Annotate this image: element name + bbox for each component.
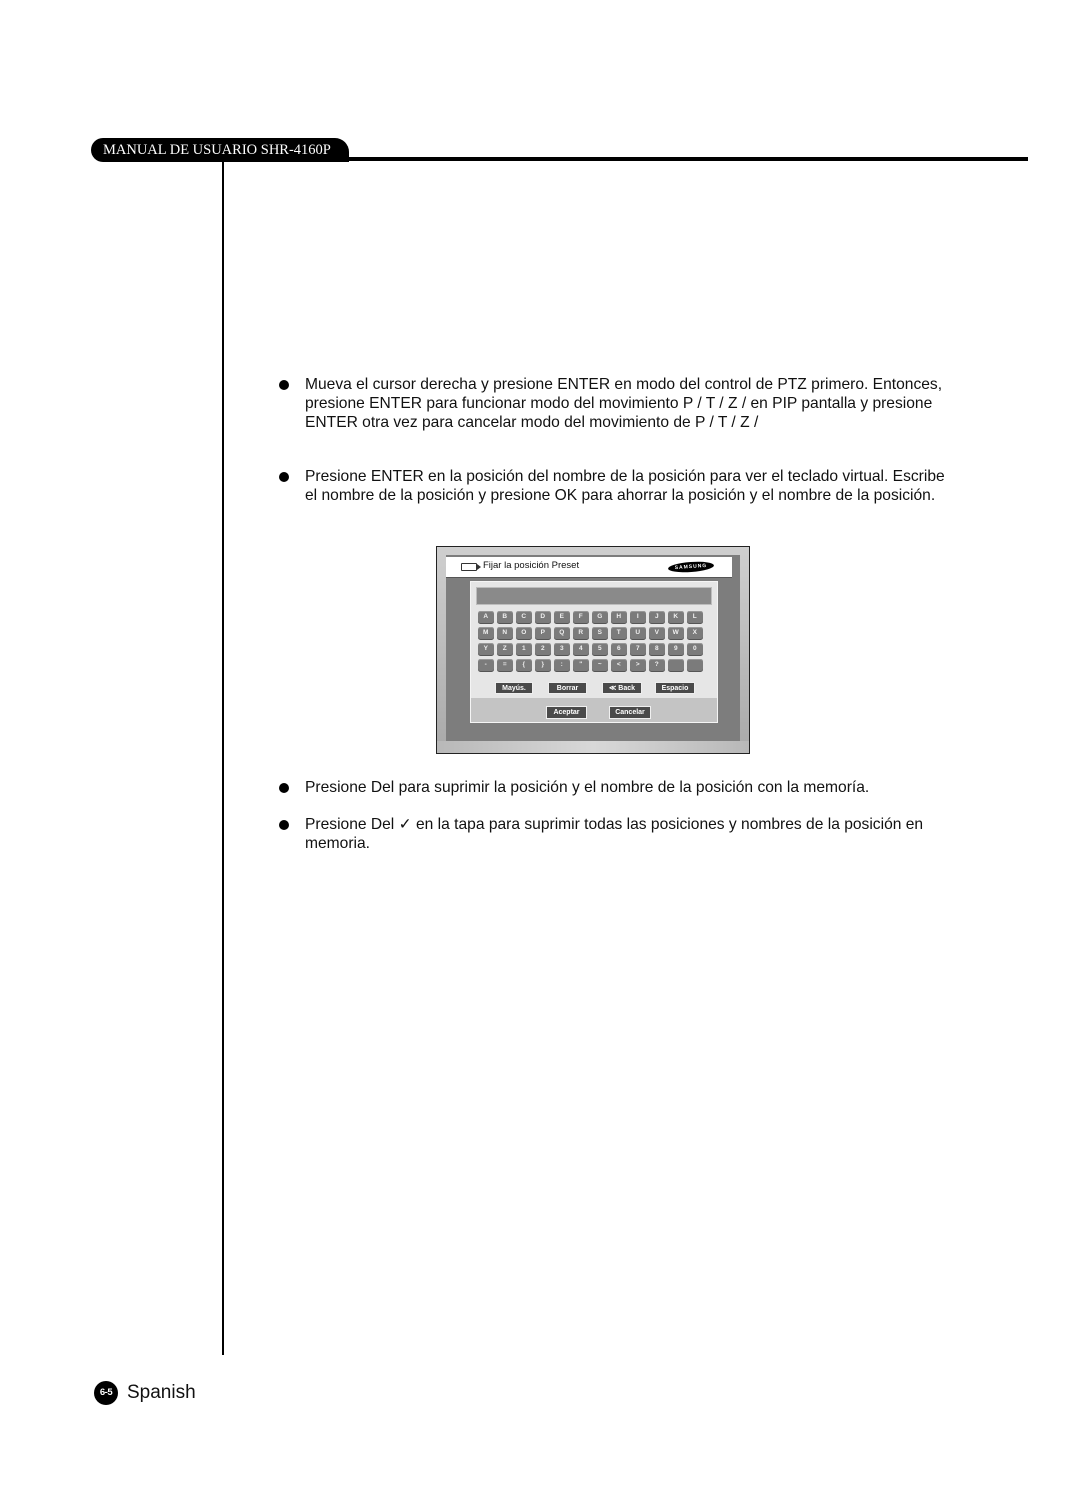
keyboard-key[interactable]: Y [478,643,494,655]
keyboard-key[interactable]: W [668,627,684,639]
keyboard-key[interactable]: C [516,611,532,623]
keyboard-key[interactable]: E [554,611,570,623]
keyboard-key[interactable]: T [611,627,627,639]
keyboard-key[interactable]: I [630,611,646,623]
keyboard-key[interactable]: Q [554,627,570,639]
keyboard-key[interactable]: Z [497,643,513,655]
keyboard-key[interactable]: M [478,627,494,639]
osd-frame-strip [437,741,749,753]
keyboard-key[interactable]: 8 [649,643,665,655]
keyboard-key[interactable] [668,659,684,671]
keyboard-key[interactable]: - [478,659,494,671]
space-button[interactable]: Espacio [655,682,695,694]
keyboard-key[interactable]: D [535,611,551,623]
osd-title-bar: Fijar la posición Preset SAMSUNG [446,557,732,578]
keyboard-key[interactable]: R [573,627,589,639]
keyboard-key[interactable]: L [687,611,703,623]
keyboard-key[interactable]: H [611,611,627,623]
keyboard-key[interactable]: " [573,659,589,671]
keyboard-key[interactable]: { [516,659,532,671]
delete-button[interactable]: Borrar [548,682,587,694]
keyboard-key[interactable]: = [497,659,513,671]
manual-title: MANUAL DE USUARIO SHR-4160P [103,142,331,158]
osd-title: Fijar la posición Preset [483,560,580,571]
keyboard-key[interactable]: S [592,627,608,639]
bullet-icon [279,820,289,830]
function-button-row: Mayús. Borrar ≪ Back Espacio [495,682,695,694]
keyboard-key[interactable]: J [649,611,665,623]
bullet-text: Presione Del para suprimir la posición y… [305,779,870,796]
accept-button[interactable]: Aceptar [546,706,587,719]
bullet-icon [279,783,289,793]
keyboard-key[interactable]: 0 [687,643,703,655]
keyboard-key[interactable]: 1 [516,643,532,655]
bullet-text: Presione Del ✓ en la tapa para suprimir … [305,816,924,852]
keyboard-key[interactable]: O [516,627,532,639]
keyboard-key[interactable]: < [611,659,627,671]
keyboard-key[interactable]: B [497,611,513,623]
battery-icon [461,563,481,571]
keyboard-key[interactable]: 5 [592,643,608,655]
keyboard-key[interactable]: A [478,611,494,623]
keyboard-key[interactable]: X [687,627,703,639]
keyboard-key[interactable]: > [630,659,646,671]
keyboard-key[interactable]: V [649,627,665,639]
bullet-text: Presione ENTER en la posición del nombre… [305,468,945,504]
action-button-row: Aceptar Cancelar [471,706,717,719]
keyboard-key[interactable]: ~ [592,659,608,671]
bullet-icon [279,380,289,390]
bullet-list-item: Presione ENTER en la posición del nombre… [278,467,958,505]
bullet-icon [279,472,289,482]
keyboard-panel: A B C D E F G H I J K L M N O P Q R S T U V W X Y Z 1 2 3 4 5 6 7 8 9 0 - ={}… [470,581,718,723]
header-rule [340,157,1028,161]
keyboard-key[interactable]: 9 [668,643,684,655]
keyboard-key[interactable]: F [573,611,589,623]
keyboard-key[interactable]: N [497,627,513,639]
samsung-logo: SAMSUNG [667,560,715,574]
key-grid: A B C D E F G H I J K L M N O P Q R S T U V W X Y Z 1 2 3 4 5 6 7 8 9 0 - ={}… [478,611,710,671]
page-number-badge: 6-5 [94,1381,118,1405]
keyboard-key[interactable]: 3 [554,643,570,655]
bullet-list-item: Presione Del para suprimir la posición y… [278,778,958,797]
keyboard-key[interactable]: 7 [630,643,646,655]
keyboard-key[interactable]: 4 [573,643,589,655]
osd-virtual-keyboard-figure: Fijar la posición Preset SAMSUNG ABCDEFG… [436,546,750,754]
keyboard-key[interactable]: K [668,611,684,623]
keyboard-key[interactable]: 6 [611,643,627,655]
keyboard-key[interactable]: G [592,611,608,623]
back-button[interactable]: ≪ Back [602,682,642,694]
keyboard-key[interactable]: } [535,659,551,671]
keyboard-key[interactable]: : [554,659,570,671]
shift-button[interactable]: Mayús. [495,682,533,694]
keyboard-key[interactable]: ? [649,659,665,671]
margin-rule [222,162,224,1355]
preset-name-input[interactable] [476,587,712,605]
bullet-list-item: Mueva el cursor derecha y presione ENTER… [278,375,958,432]
keyboard-key[interactable] [687,659,703,671]
keyboard-key[interactable]: 2 [535,643,551,655]
bullet-list-item: Presione Del ✓ en la tapa para suprimir … [278,815,958,853]
cancel-button[interactable]: Cancelar [609,706,651,719]
keyboard-key[interactable]: U [630,627,646,639]
manual-title-banner: MANUAL DE USUARIO SHR-4160P [91,138,349,162]
bullet-text: Mueva el cursor derecha y presione ENTER… [305,376,943,431]
page-language-label: Spanish [127,1382,196,1403]
keyboard-key[interactable]: P [535,627,551,639]
